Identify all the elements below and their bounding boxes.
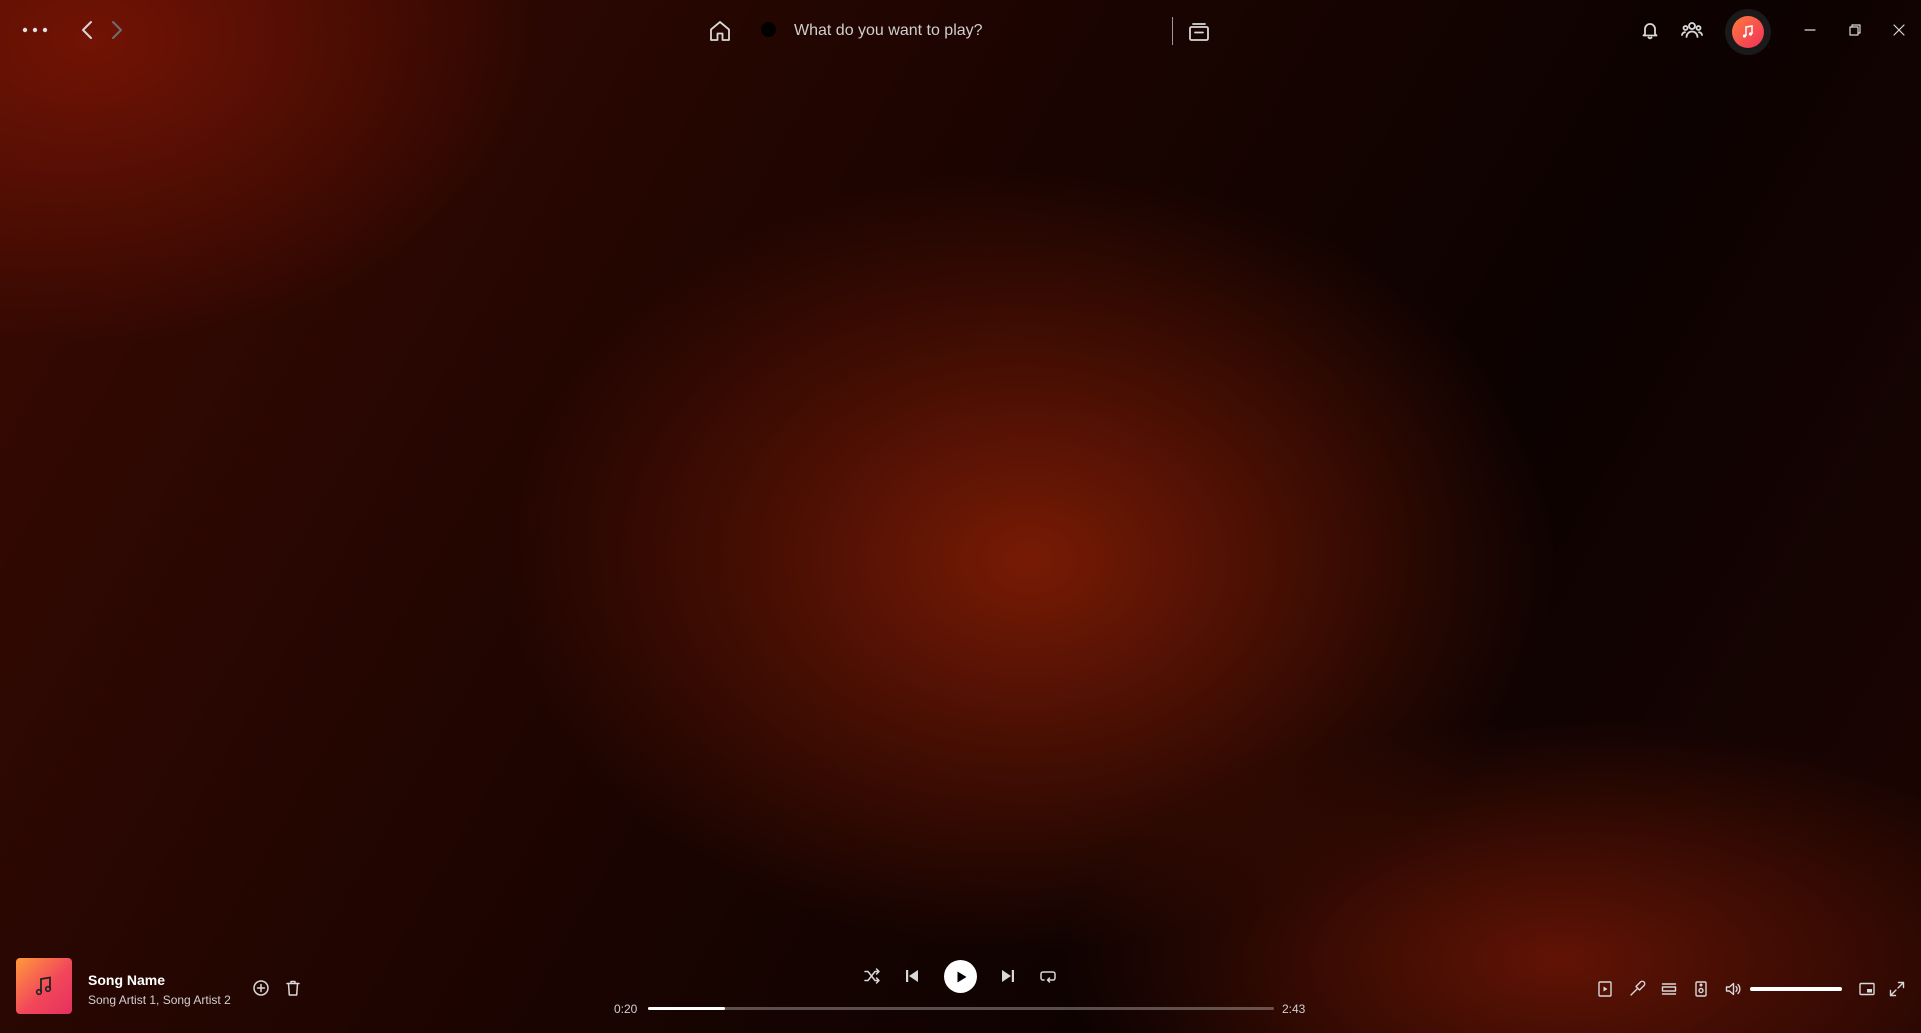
- elapsed-time: 0:20: [614, 1002, 638, 1016]
- total-duration: 2:43: [1282, 1002, 1306, 1016]
- volume-fill: [1750, 987, 1842, 991]
- forward-button[interactable]: [104, 16, 130, 44]
- lyrics-button[interactable]: [1626, 978, 1648, 1000]
- close-button[interactable]: [1885, 16, 1913, 44]
- browse-icon: [1189, 23, 1209, 41]
- more-dots-icon: [22, 27, 48, 33]
- music-note-icon: [35, 976, 52, 996]
- search-bar[interactable]: [756, 14, 1176, 48]
- volume-button[interactable]: [1722, 978, 1744, 1000]
- play-icon: [957, 971, 966, 982]
- now-playing-view-icon: [1598, 981, 1612, 997]
- repeat-icon: [1040, 971, 1056, 983]
- speaker-device-icon: [1695, 981, 1707, 997]
- search-input[interactable]: [792, 21, 1176, 41]
- trash-icon: [286, 980, 300, 996]
- previous-button[interactable]: [900, 964, 924, 988]
- repeat-button[interactable]: [1036, 964, 1060, 988]
- play-button[interactable]: [944, 960, 977, 993]
- profile-button[interactable]: [1725, 9, 1771, 55]
- chevron-right-icon: [112, 21, 122, 39]
- connect-device-button[interactable]: [1690, 978, 1712, 1000]
- track-title[interactable]: Song Name: [88, 972, 165, 988]
- notifications-button[interactable]: [1636, 16, 1664, 44]
- now-playing-view-button[interactable]: [1594, 978, 1616, 1000]
- home-icon: [710, 21, 730, 41]
- avatar: [1732, 16, 1764, 48]
- minimize-icon: [1804, 29, 1816, 31]
- shuffle-button[interactable]: [860, 964, 884, 988]
- queue-icon: [1661, 983, 1677, 995]
- more-button[interactable]: [18, 16, 52, 44]
- home-button[interactable]: [702, 14, 738, 48]
- restore-button[interactable]: [1841, 16, 1869, 44]
- progress-fill: [648, 1007, 725, 1010]
- queue-button[interactable]: [1658, 978, 1680, 1000]
- volume-slider[interactable]: [1750, 987, 1842, 991]
- music-note-icon: [1742, 25, 1753, 38]
- track-artists[interactable]: Song Artist 1, Song Artist 2: [88, 993, 231, 1007]
- restore-icon: [1849, 24, 1861, 36]
- next-button[interactable]: [996, 964, 1020, 988]
- back-button[interactable]: [74, 16, 100, 44]
- volume-icon: [1725, 982, 1741, 996]
- friends-icon: [1681, 22, 1703, 38]
- progress-bar[interactable]: [648, 1007, 1274, 1010]
- search-divider: [1172, 17, 1173, 45]
- microphone-icon: [1630, 980, 1646, 996]
- skip-back-icon: [906, 970, 918, 982]
- bell-icon: [1642, 23, 1658, 40]
- browse-button[interactable]: [1182, 14, 1216, 48]
- minimize-button[interactable]: [1796, 16, 1824, 44]
- search-icon: [756, 17, 784, 45]
- remove-button[interactable]: [282, 977, 304, 999]
- miniplayer-icon: [1859, 982, 1875, 996]
- add-circle-icon: [253, 980, 269, 996]
- shuffle-icon: [864, 968, 880, 984]
- album-cover[interactable]: [16, 958, 72, 1014]
- close-icon: [1893, 24, 1905, 36]
- skip-forward-icon: [1002, 970, 1014, 982]
- chevron-left-icon: [82, 21, 92, 39]
- fullscreen-button[interactable]: [1886, 978, 1908, 1000]
- miniplayer-button[interactable]: [1856, 978, 1878, 1000]
- friends-activity-button[interactable]: [1678, 16, 1706, 44]
- add-to-library-button[interactable]: [250, 977, 272, 999]
- fullscreen-icon: [1889, 981, 1905, 997]
